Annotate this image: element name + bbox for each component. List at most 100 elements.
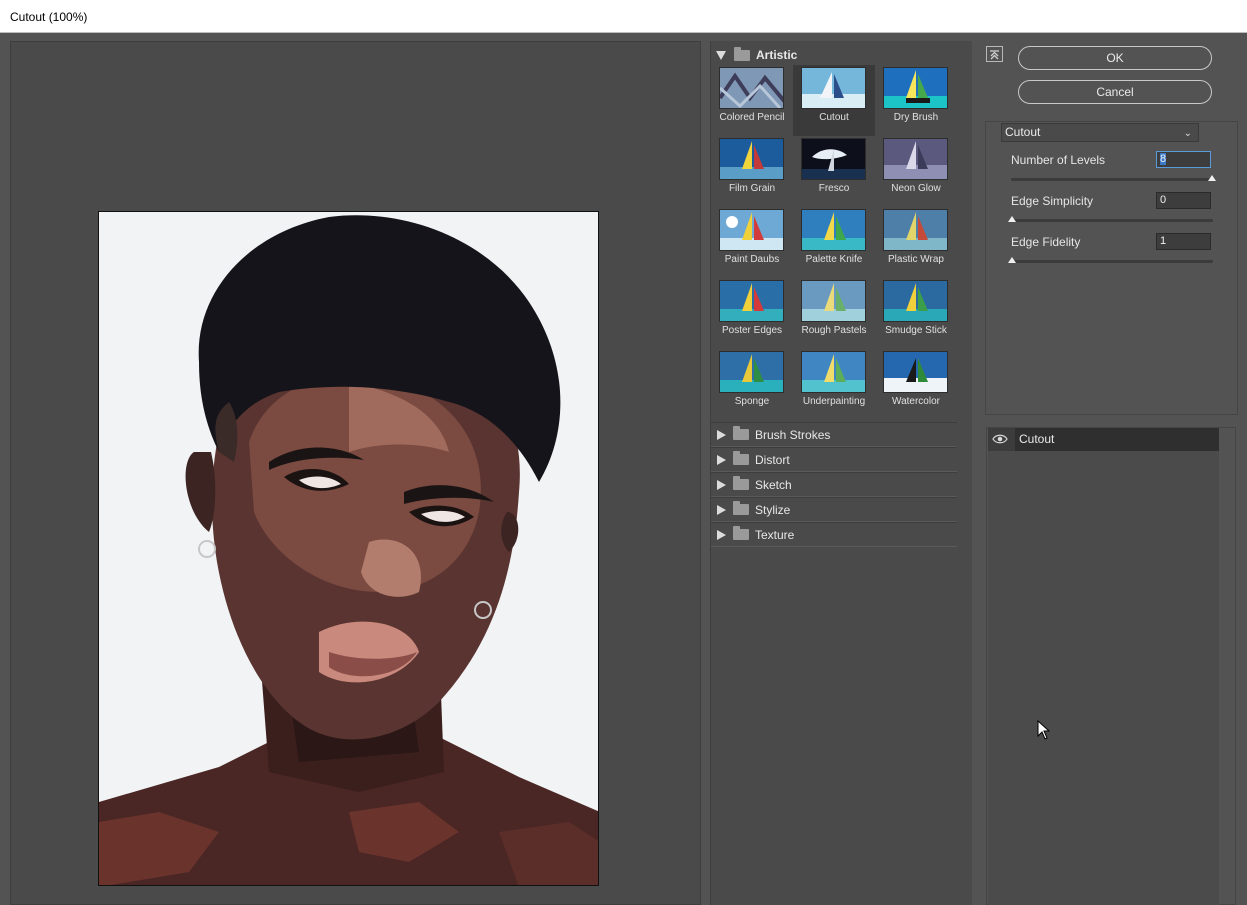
edge-fidelity-input[interactable]: 1 xyxy=(1156,233,1211,250)
folder-icon xyxy=(733,451,749,465)
collapsed-arrow-icon xyxy=(717,504,726,515)
thumbnail-image xyxy=(801,67,866,109)
gallery-scrollbar[interactable] xyxy=(957,41,972,905)
folder-icon xyxy=(733,426,749,440)
thumbnail-image xyxy=(801,209,866,251)
ok-button[interactable]: OK xyxy=(1018,46,1212,70)
collapsed-arrow-icon xyxy=(717,529,726,540)
group-artistic[interactable]: Artistic xyxy=(711,43,957,67)
effect-layer-label[interactable]: Cutout xyxy=(1015,428,1219,451)
filter-colored-pencil[interactable]: Colored Pencil xyxy=(711,65,793,136)
filter-label: Palette Knife xyxy=(805,254,863,265)
window-title: Cutout (100%) xyxy=(10,10,88,24)
group-brush-strokes[interactable]: Brush Strokes xyxy=(711,422,957,447)
filter-label: Smudge Stick xyxy=(885,325,947,336)
cancel-button[interactable]: Cancel xyxy=(1018,80,1212,104)
group-label: Distort xyxy=(755,452,790,467)
filter-label: Watercolor xyxy=(892,396,940,407)
number-of-levels-value: 8 xyxy=(1160,153,1167,165)
group-stylize[interactable]: Stylize xyxy=(711,497,957,522)
filter-label: Paint Daubs xyxy=(724,254,780,265)
number-of-levels-slider-thumb[interactable] xyxy=(1208,175,1216,181)
filter-poster-edges[interactable]: Poster Edges xyxy=(711,278,793,349)
group-label: Stylize xyxy=(755,502,791,517)
collapsed-arrow-icon xyxy=(717,429,726,440)
thumbnail-image xyxy=(801,351,866,393)
collapsed-arrow-icon xyxy=(717,454,726,465)
eye-icon[interactable] xyxy=(992,433,1008,445)
filter-smudge-stick[interactable]: Smudge Stick xyxy=(875,278,957,349)
thumbnail-image xyxy=(719,138,784,180)
filter-label: Neon Glow xyxy=(891,183,941,194)
folder-icon xyxy=(734,46,750,61)
filter-rough-pastels[interactable]: Rough Pastels xyxy=(793,278,875,349)
filter-label: Cutout xyxy=(819,112,849,123)
thumbnail-image xyxy=(801,280,866,322)
filter-paint-daubs[interactable]: Paint Daubs xyxy=(711,207,793,278)
filter-label: Colored Pencil xyxy=(719,112,785,123)
window-titlebar: Cutout (100%) xyxy=(0,0,1247,33)
filter-fresco[interactable]: Fresco xyxy=(793,136,875,207)
filter-label: Fresco xyxy=(818,183,850,194)
thumbnail-image xyxy=(719,209,784,251)
group-distort[interactable]: Distort xyxy=(711,447,957,472)
filter-dry-brush[interactable]: Dry Brush xyxy=(875,65,957,136)
collapse-panel-icon[interactable] xyxy=(986,46,1003,62)
collapsed-arrow-icon xyxy=(717,479,726,490)
folder-icon xyxy=(733,501,749,515)
thumbnail-image xyxy=(719,280,784,322)
number-of-levels-label: Number of Levels xyxy=(1011,153,1106,167)
filter-sponge[interactable]: Sponge xyxy=(711,349,793,420)
number-of-levels-input[interactable]: 8 xyxy=(1156,151,1211,168)
edge-fidelity-slider[interactable] xyxy=(1011,260,1213,263)
preview-canvas[interactable] xyxy=(10,41,701,905)
thumbnail-image xyxy=(883,209,948,251)
thumbnail-image xyxy=(883,138,948,180)
edge-simplicity-value: 0 xyxy=(1160,194,1167,206)
edge-fidelity-label: Edge Fidelity xyxy=(1011,235,1081,249)
filter-film-grain[interactable]: Film Grain xyxy=(711,136,793,207)
thumbnail-image xyxy=(719,67,784,109)
filter-underpainting[interactable]: Underpainting xyxy=(793,349,875,420)
group-artistic-label: Artistic xyxy=(756,48,798,62)
edge-simplicity-label: Edge Simplicity xyxy=(1011,194,1094,208)
thumbnail-image xyxy=(883,280,948,322)
filter-select[interactable]: Cutout ⌄ xyxy=(1001,123,1199,142)
filter-cutout[interactable]: Cutout xyxy=(793,65,875,136)
filter-label: Plastic Wrap xyxy=(888,254,944,265)
filter-watercolor[interactable]: Watercolor xyxy=(875,349,957,420)
mouse-pointer-icon xyxy=(1037,719,1051,743)
edge-fidelity-slider-thumb[interactable] xyxy=(1008,257,1016,263)
filter-select-value: Cutout xyxy=(1005,125,1041,139)
group-texture[interactable]: Texture xyxy=(711,522,957,547)
thumbnail-image xyxy=(719,351,784,393)
filter-label: Film Grain xyxy=(728,183,776,194)
filter-label: Underpainting xyxy=(802,396,866,407)
thumbnail-image xyxy=(801,138,866,180)
expanded-arrow-icon xyxy=(716,50,726,60)
group-sketch[interactable]: Sketch xyxy=(711,472,957,497)
chevron-down-icon: ⌄ xyxy=(1183,128,1192,139)
edge-simplicity-slider-thumb[interactable] xyxy=(1008,216,1016,222)
group-label: Brush Strokes xyxy=(755,427,831,442)
edge-fidelity-value: 1 xyxy=(1160,235,1167,247)
filter-label: Sponge xyxy=(734,396,770,407)
filter-palette-knife[interactable]: Palette Knife xyxy=(793,207,875,278)
thumbnail-image xyxy=(883,67,948,109)
number-of-levels-slider[interactable] xyxy=(1011,178,1213,181)
effect-layers-list xyxy=(988,428,1219,905)
group-label: Sketch xyxy=(755,477,792,492)
filter-label: Poster Edges xyxy=(721,325,783,336)
filter-gallery: Artistic Colored Pencil Cutout Dry Brush… xyxy=(710,41,972,905)
edge-simplicity-input[interactable]: 0 xyxy=(1156,192,1211,209)
folder-icon xyxy=(733,526,749,540)
filter-gallery-list: Artistic Colored Pencil Cutout Dry Brush… xyxy=(711,41,957,905)
preview-image xyxy=(98,211,599,886)
filter-plastic-wrap[interactable]: Plastic Wrap xyxy=(875,207,957,278)
folder-icon xyxy=(733,476,749,490)
filter-label: Rough Pastels xyxy=(801,325,867,336)
filter-neon-glow[interactable]: Neon Glow xyxy=(875,136,957,207)
group-label: Texture xyxy=(755,527,795,542)
artistic-thumbnails: Colored Pencil Cutout Dry Brush Film Gra xyxy=(711,65,957,409)
edge-simplicity-slider[interactable] xyxy=(1011,219,1213,222)
